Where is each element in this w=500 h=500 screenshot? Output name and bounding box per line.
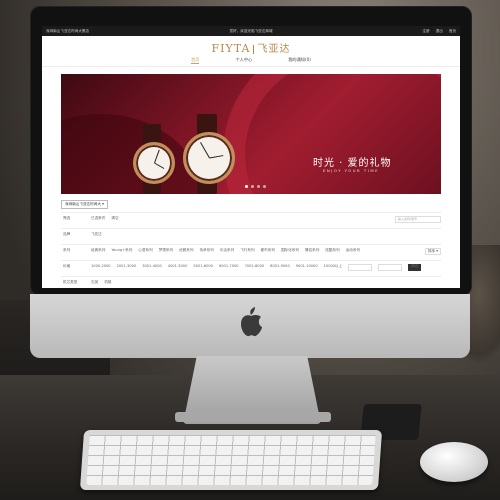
top-bar: 深圳南山飞亚达时间大厦店 您好，欢迎光临飞亚达商城 注册 退出 首页 [42, 26, 460, 36]
filter-label: 筛选 [63, 216, 71, 220]
selected-conditions: 已选条件 [91, 216, 106, 220]
filter-search-input[interactable]: 输入名称/型号 [395, 216, 441, 223]
mouse [420, 442, 488, 482]
welcome-text: 您好，欢迎光临飞亚达商城 [229, 28, 273, 33]
filter-option[interactable]: 9001-10000 [296, 264, 318, 271]
nav-notifications[interactable]: 我的通知(0) [288, 57, 311, 64]
filter-option[interactable]: 6001-7000 [219, 264, 239, 271]
filter-option[interactable]: 传承系列 [199, 248, 213, 253]
filter-option[interactable]: 炫酷系列 [325, 248, 339, 253]
keyboard [79, 430, 383, 490]
filter-option[interactable]: 优雅系列 [179, 248, 193, 253]
price-min-input[interactable] [348, 264, 373, 271]
filter-option[interactable]: 乐活系列 [220, 248, 234, 253]
banner-slogan-en: ENJOY YOUR TIME [323, 168, 380, 173]
main-nav: 首页 个人中心 我的通知(0) [42, 57, 460, 64]
store-name: 深圳南山飞亚达时间大厦店 [46, 28, 90, 33]
sort-dropdown[interactable]: 排序 ▾ [424, 248, 441, 255]
register-link[interactable]: 注册 [422, 29, 429, 34]
filter-option[interactable]: 7001-8000 [245, 264, 265, 271]
filter-option[interactable]: 心语系列 [138, 248, 152, 253]
home-link[interactable]: 首页 [449, 29, 456, 34]
filter-option[interactable]: 机械 [104, 280, 111, 285]
filter-option[interactable]: 1000-2000 [91, 264, 111, 271]
filter-panel: 深圳南山飞亚达时间大 ▾ 筛选 已选条件 清空 输入名称/型号 品牌 飞亚达 系… [61, 200, 441, 288]
filter-option[interactable]: 10000以上 [324, 264, 343, 271]
filter-option[interactable]: 飞亚达 [91, 232, 102, 237]
clear-filters-link[interactable]: 清空 [111, 216, 118, 221]
logout-link[interactable]: 退出 [436, 29, 443, 34]
brand-logo[interactable]: FIYTA 飞亚达 [42, 40, 460, 55]
price-confirm-button[interactable]: 确定 [408, 264, 422, 271]
logo-en: FIYTA [211, 42, 251, 55]
nav-home[interactable]: 首页 [191, 57, 200, 64]
filter-option[interactable]: 国际化系列 [281, 248, 299, 253]
filter-option[interactable]: 2001-3000 [117, 264, 137, 271]
filter-row-brand: 品牌 飞亚达 [61, 228, 441, 244]
filter-option[interactable]: 运动系列 [346, 248, 360, 253]
watch-right-image [183, 132, 235, 184]
banner-slogan: 时光 · 爱的礼物 [313, 158, 392, 169]
filter-option[interactable]: 经典系列 [91, 248, 105, 253]
filter-label: 品牌 [63, 232, 71, 236]
filter-option[interactable]: 都市系列 [261, 248, 275, 253]
filter-option[interactable]: 8001-9000 [270, 264, 290, 271]
filter-option[interactable]: 飞行系列 [240, 248, 254, 253]
filter-option[interactable]: 石英 [91, 280, 98, 285]
filter-option[interactable]: 梦想系列 [159, 248, 173, 253]
filter-label: 系列 [63, 248, 71, 252]
apple-logo-icon [241, 307, 262, 337]
filter-row-price: 价格 1000-2000 2001-3000 3001-4000 4001-50… [61, 260, 441, 276]
filter-row-series: 系列 经典系列 Young+系列 心语系列 梦想系列 优雅系列 传承系列 乐活系… [61, 244, 441, 260]
filter-label: 价格 [63, 264, 71, 268]
filter-row-selected: 筛选 已选条件 清空 输入名称/型号 [61, 212, 441, 228]
filter-option[interactable]: 情侣系列 [305, 248, 319, 253]
screen: 深圳南山飞亚达时间大厦店 您好，欢迎光临飞亚达商城 注册 退出 首页 FIYTA… [42, 26, 460, 288]
filter-option[interactable]: Young+系列 [111, 248, 132, 253]
logo-cn: 飞亚达 [257, 44, 291, 55]
filter-option[interactable]: 3001-4000 [142, 264, 162, 271]
watch-left-image [133, 142, 175, 184]
carousel-dots[interactable] [245, 185, 266, 188]
filter-option[interactable]: 5001-6000 [193, 264, 213, 271]
filter-option[interactable]: 4001-5000 [168, 264, 188, 271]
filter-row-movement: 机芯类型 石英 机械 [61, 276, 441, 288]
filter-label: 机芯类型 [63, 280, 78, 284]
site-header: FIYTA 飞亚达 首页 个人中心 我的通知(0) [42, 36, 460, 67]
store-select[interactable]: 深圳南山飞亚达时间大 ▾ [61, 200, 108, 209]
nav-personal-center[interactable]: 个人中心 [235, 57, 252, 64]
imac-stand-base [175, 412, 331, 422]
price-max-input[interactable] [378, 264, 403, 271]
hero-banner[interactable]: 时光 · 爱的礼物 ENJOY YOUR TIME [61, 74, 441, 194]
